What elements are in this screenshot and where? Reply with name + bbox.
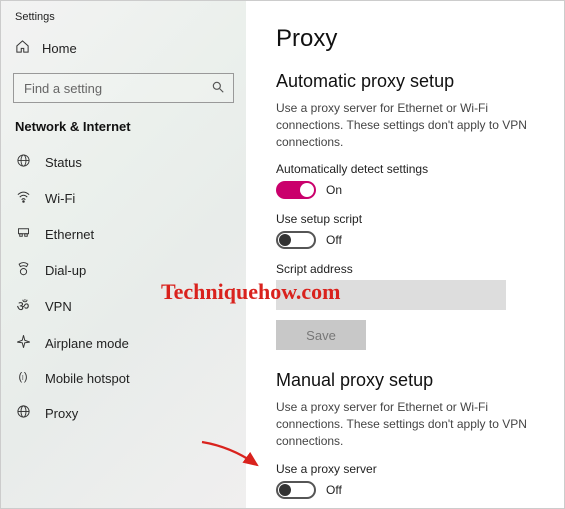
script-address-label: Script address <box>276 262 544 276</box>
sidebar-item-wifi[interactable]: Wi-Fi <box>1 180 246 216</box>
manual-setup-desc: Use a proxy server for Ethernet or Wi-Fi… <box>276 399 544 449</box>
sidebar-item-label: Ethernet <box>45 227 94 242</box>
sidebar-item-vpn[interactable]: ॐ VPN <box>1 288 246 325</box>
script-address-input[interactable] <box>276 280 506 310</box>
page-title: Proxy <box>276 25 544 53</box>
detect-settings-state: On <box>326 183 342 197</box>
manual-setup-heading: Manual proxy setup <box>276 370 544 391</box>
use-proxy-state: Off <box>326 483 342 497</box>
sidebar: Settings Home Network & Internet Status … <box>1 1 246 508</box>
dialup-icon <box>15 261 31 279</box>
search-icon <box>211 80 225 97</box>
hotspot-icon: (၊) <box>15 370 31 386</box>
home-label: Home <box>42 41 77 56</box>
save-button[interactable]: Save <box>276 320 366 350</box>
vpn-icon: ॐ <box>15 297 31 316</box>
globe-icon <box>15 153 31 171</box>
sidebar-item-label: VPN <box>45 299 72 314</box>
setup-script-toggle[interactable] <box>276 231 316 249</box>
sidebar-item-airplane[interactable]: Airplane mode <box>1 325 246 361</box>
detect-settings-label: Automatically detect settings <box>276 162 544 176</box>
wifi-icon <box>15 189 31 207</box>
sidebar-item-status[interactable]: Status <box>1 144 246 180</box>
search-input[interactable] <box>24 81 211 96</box>
sidebar-item-hotspot[interactable]: (၊) Mobile hotspot <box>1 361 246 395</box>
setup-script-label: Use setup script <box>276 212 544 226</box>
setup-script-state: Off <box>326 233 342 247</box>
proxy-icon <box>15 404 31 422</box>
sidebar-item-label: Proxy <box>45 406 78 421</box>
sidebar-item-label: Dial-up <box>45 263 86 278</box>
app-title: Settings <box>1 11 246 29</box>
sidebar-item-dialup[interactable]: Dial-up <box>1 252 246 288</box>
auto-setup-desc: Use a proxy server for Ethernet or Wi-Fi… <box>276 100 544 150</box>
home-button[interactable]: Home <box>1 29 246 67</box>
main-content: Proxy Automatic proxy setup Use a proxy … <box>246 1 564 508</box>
use-proxy-toggle[interactable] <box>276 481 316 499</box>
sidebar-item-label: Mobile hotspot <box>45 371 130 386</box>
auto-setup-heading: Automatic proxy setup <box>276 71 544 92</box>
sidebar-item-ethernet[interactable]: Ethernet <box>1 216 246 252</box>
home-icon <box>15 39 30 57</box>
detect-settings-toggle[interactable] <box>276 181 316 199</box>
ethernet-icon <box>15 225 31 243</box>
sidebar-item-label: Wi-Fi <box>45 191 75 206</box>
sidebar-item-label: Status <box>45 155 82 170</box>
section-heading: Network & Internet <box>1 115 246 144</box>
sidebar-item-proxy[interactable]: Proxy <box>1 395 246 431</box>
search-box[interactable] <box>13 73 234 103</box>
airplane-icon <box>15 334 31 352</box>
use-proxy-label: Use a proxy server <box>276 462 544 476</box>
sidebar-item-label: Airplane mode <box>45 336 129 351</box>
